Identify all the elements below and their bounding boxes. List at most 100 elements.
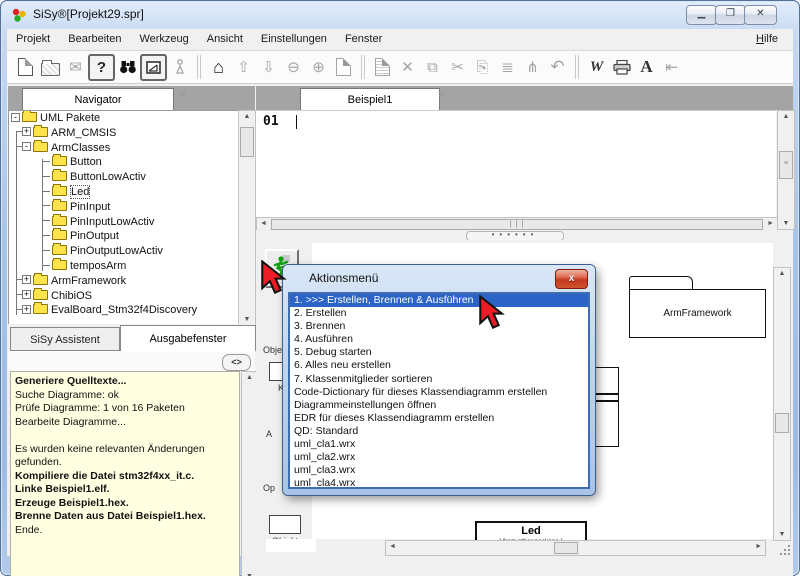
editor-vscrollbar[interactable]: ▲ ≡ ▼ (777, 110, 795, 230)
font-icon[interactable]: A (634, 55, 659, 80)
palette-label-op[interactable]: Op (263, 483, 275, 493)
scroll-thumb[interactable]: | | | (271, 219, 763, 230)
tree-expander-icon[interactable]: - (22, 142, 31, 151)
tree-item[interactable]: PinInputLowActiv (9, 215, 238, 230)
tree-item-label[interactable]: UML Pakete (40, 112, 100, 124)
tree-expander-icon[interactable]: + (22, 127, 31, 136)
search-binoculars-icon[interactable] (115, 55, 140, 80)
tree-expander-icon[interactable]: + (22, 305, 31, 314)
action-list-item[interactable]: EDR für dieses Klassendiagramm erstellen (290, 412, 588, 425)
action-list-item[interactable]: 1. >>> Erstellen, Brennen & Ausführen (290, 294, 588, 307)
uml-package-armframework[interactable]: ArmFramework (629, 289, 766, 338)
tree-expander-icon[interactable]: + (22, 275, 31, 284)
tab-sisy-assistent[interactable]: SiSy Assistent (10, 327, 120, 351)
tree-item[interactable]: + ChibiOS (9, 289, 238, 304)
scroll-down-icon[interactable]: ▼ (778, 220, 794, 227)
action-list-item[interactable]: 6. Alles neu erstellen (290, 359, 588, 372)
menu-item[interactable]: Fenster (336, 29, 391, 45)
tree-item-label[interactable]: EvalBoard_Stm32f4Discovery (51, 304, 197, 316)
tree-item-label[interactable]: PinOutputLowActiv (70, 245, 163, 257)
tree-item[interactable]: temposArm (9, 259, 238, 274)
navigator-close-icon[interactable]: × (180, 89, 186, 101)
menu-item[interactable]: Einstellungen (252, 29, 336, 45)
scroll-thumb[interactable] (554, 542, 578, 554)
tree-item[interactable]: Led (9, 185, 238, 200)
tree-expander-icon[interactable]: - (11, 113, 20, 122)
tree-item[interactable]: + ARM_CMSIS (9, 126, 238, 141)
diagram-window-icon[interactable] (140, 54, 167, 81)
scroll-down-icon[interactable]: ▼ (774, 531, 790, 538)
tab-beispiel1[interactable]: Beispiel1 (300, 88, 440, 110)
scroll-right-icon[interactable]: ► (767, 219, 774, 229)
menu-item[interactable]: Bearbeiten (59, 29, 130, 45)
tree-item[interactable]: Button (9, 155, 238, 170)
scroll-left-icon[interactable]: ◄ (389, 542, 396, 552)
resize-grip[interactable] (779, 545, 791, 557)
scroll-up-icon[interactable]: ▲ (774, 270, 790, 277)
action-list-item[interactable]: 4. Ausführen (290, 333, 588, 346)
restore-button[interactable]: ❐ (715, 5, 746, 25)
tree-item[interactable]: + ArmFramework (9, 274, 238, 289)
tree-item-label[interactable]: ArmClasses (51, 142, 110, 154)
code-editor[interactable]: 01 (256, 110, 776, 218)
canvas-vscrollbar[interactable]: ▲ ▼ (773, 267, 791, 541)
tree-item-label[interactable]: Button (70, 156, 102, 168)
word-export-icon[interactable]: W (584, 55, 609, 80)
splitter[interactable]: •••••• (256, 230, 793, 240)
scroll-down-icon[interactable]: ▼ (239, 316, 255, 323)
tree-item[interactable]: + EvalBoard_Stm32f4Discovery (9, 303, 238, 318)
menu-item[interactable]: Ansicht (198, 29, 252, 45)
scroll-thumb[interactable]: ≡ (779, 151, 793, 179)
action-list-item[interactable]: uml_cla1.wrx (290, 438, 588, 451)
scroll-up-icon[interactable]: ▲ (778, 113, 794, 120)
tree-expander-icon[interactable]: + (22, 290, 31, 299)
new-document-icon[interactable] (13, 55, 38, 80)
action-list-item[interactable]: 5. Debug starten (290, 346, 588, 359)
action-list-item[interactable]: Diagrammeinstellungen öffnen (290, 399, 588, 412)
tree-item-label[interactable]: PinOutput (70, 230, 119, 242)
editor-tab-close-icon[interactable]: × (438, 89, 444, 101)
scroll-right-icon[interactable]: ► (755, 542, 762, 552)
canvas-hscrollbar[interactable]: ◄ ► (385, 540, 766, 556)
action-list-item[interactable]: Code-Dictionary für dieses Klassendiagra… (290, 386, 588, 399)
tree-item-label[interactable]: Led (70, 185, 90, 199)
tree-item-label[interactable]: ARM_CMSIS (51, 127, 116, 139)
dialog-close-button[interactable]: x (555, 269, 588, 289)
navigator-scrollbar[interactable]: ▲ ▼ (238, 110, 256, 326)
print-icon[interactable] (609, 55, 634, 80)
palette-label-a[interactable]: A (266, 429, 272, 439)
scroll-thumb[interactable] (775, 413, 789, 433)
menu-item[interactable]: Projekt (7, 29, 59, 45)
tree-item[interactable]: PinInput (9, 200, 238, 215)
action-list-item[interactable]: QD: Standard (290, 425, 588, 438)
tree-item-label[interactable]: ChibiOS (51, 290, 92, 302)
action-list-item[interactable]: uml_cla4.wrx (290, 477, 588, 489)
close-button[interactable]: ✕ (744, 5, 777, 25)
tree-item[interactable]: ButtonLowActiv (9, 170, 238, 185)
menu-item[interactable]: Werkzeug (130, 29, 197, 45)
tree-item-label[interactable]: temposArm (70, 260, 126, 272)
scroll-up-icon[interactable]: ▲ (239, 113, 255, 120)
scroll-up-icon[interactable]: ▲ (242, 374, 257, 381)
home-icon[interactable]: ⌂ (206, 55, 231, 80)
tree-item[interactable]: PinOutput (9, 229, 238, 244)
tab-navigator[interactable]: Navigator (22, 88, 174, 110)
tree-item-label[interactable]: PinInputLowActiv (70, 216, 154, 228)
minimize-button[interactable]: ▁ (686, 5, 717, 25)
palette-item-box[interactable] (269, 515, 301, 534)
tree-item-label[interactable]: PinInput (70, 201, 110, 213)
scroll-thumb[interactable] (240, 127, 254, 157)
menu-item-help[interactable]: Hilfe (747, 29, 787, 45)
collapse-expander-button[interactable]: <> (222, 354, 251, 371)
open-folder-icon[interactable] (38, 55, 63, 80)
tree-item-label[interactable]: ButtonLowActiv (70, 171, 146, 183)
scroll-left-icon[interactable]: ◄ (260, 219, 267, 229)
tree-item-label[interactable]: ArmFramework (51, 275, 126, 287)
title-bar[interactable]: SiSy®[Projekt29.spr] ▁ ❐ ✕ (0, 0, 800, 29)
tab-ausgabefenster[interactable]: Ausgabefenster (120, 325, 256, 351)
action-list-item[interactable]: 3. Brennen (290, 320, 588, 333)
tree-item[interactable]: - UML Pakete (9, 111, 238, 126)
action-list-item[interactable]: 7. Klassenmitglieder sortieren (290, 373, 588, 386)
tree-item[interactable]: - ArmClasses (9, 141, 238, 156)
action-list-item[interactable]: 2. Erstellen (290, 307, 588, 320)
